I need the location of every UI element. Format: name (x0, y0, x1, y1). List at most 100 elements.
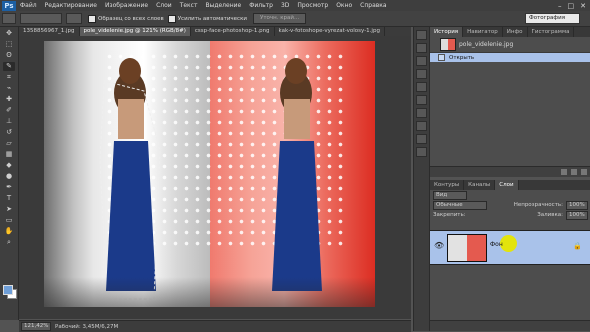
brush-size-picker[interactable] (66, 13, 82, 24)
menu-help[interactable]: Справка (356, 2, 390, 9)
tab-doc-4[interactable]: kak-v-fotoshope-vyrezat-volosy-1.jpg (275, 27, 385, 36)
history-state-label: Открыть (449, 54, 475, 61)
workspace-switcher[interactable]: Фотография (525, 13, 580, 24)
menu-edit[interactable]: Редактирование (41, 2, 101, 9)
tools-panel: ✥ ⬚ ʘ ✎ ⌗ ⌁ ✚ ✐ ⊥ ↺ ▱ ▦ ◆ ● ✒ T ➤ ▭ ✋ ⌕ (0, 27, 19, 320)
dock-swatches-icon[interactable] (416, 108, 427, 118)
zoom-tool-icon[interactable]: ⌕ (3, 238, 15, 247)
dock-paragraph-icon[interactable] (416, 95, 427, 105)
menu-filter[interactable]: Фильтр (245, 2, 277, 9)
menu-bar: Ps Файл Редактирование Изображение Слои … (0, 0, 590, 11)
dock-clone-icon[interactable] (416, 69, 427, 79)
auto-enhance-checkbox[interactable] (167, 14, 176, 23)
layer-name[interactable]: Фон (490, 241, 503, 248)
gradient-tool-icon[interactable]: ▦ (3, 150, 15, 159)
eyedropper-tool-icon[interactable]: ⌁ (3, 84, 15, 93)
figure-left (106, 58, 156, 291)
layers-panel: Контуры Каналы Слои Вид Обычные Непрозра… (429, 180, 590, 331)
history-brush-tool-icon[interactable]: ↺ (3, 128, 15, 137)
foreground-color-swatch[interactable] (3, 285, 13, 295)
history-footer (430, 166, 590, 177)
dock-history-icon[interactable] (416, 30, 427, 40)
tab-channels[interactable]: Каналы (464, 180, 496, 190)
shape-tool-icon[interactable]: ▭ (3, 216, 15, 225)
crop-tool-icon[interactable]: ⌗ (3, 73, 15, 82)
type-tool-icon[interactable]: T (3, 194, 15, 203)
eye-icon[interactable]: 👁 (434, 242, 444, 250)
tab-paths[interactable]: Контуры (430, 180, 465, 190)
menu-text[interactable]: Текст (176, 2, 202, 9)
auto-enhance-label: Усилить автоматически (177, 15, 247, 22)
woman-figures (99, 58, 322, 300)
selection-mode-buttons[interactable] (20, 13, 62, 24)
layer-kind-filter[interactable]: Вид (433, 190, 467, 200)
maximize-button[interactable]: □ (568, 2, 575, 10)
quick-selection-tool-icon[interactable]: ✎ (3, 62, 15, 71)
menu-select[interactable]: Выделение (201, 2, 245, 9)
path-selection-tool-icon[interactable]: ➤ (3, 205, 15, 214)
tab-doc-active[interactable]: pole_videlenie.jpg @ 121% (RGB/8#) (79, 27, 191, 36)
layer-thumbnail (447, 234, 487, 262)
minimize-button[interactable]: – (558, 2, 562, 10)
status-bar: 121,42% Рабочий: 3,45M/6,27M (19, 320, 411, 332)
fill-field[interactable]: 100% (566, 210, 588, 220)
zoom-field[interactable]: 121,42% (21, 322, 51, 331)
new-document-from-state-icon[interactable] (561, 169, 567, 175)
layers-footer (430, 320, 590, 331)
brush-tool-icon[interactable]: ✐ (3, 106, 15, 115)
history-state-open[interactable]: Открыть (430, 53, 590, 62)
history-panel-tabs: История Навигатор Инфо Гистограмма (430, 27, 590, 37)
document-tabs: 1358856967_1.jpg pole_videlenie.jpg @ 12… (19, 27, 411, 36)
dock-actions-icon[interactable] (416, 134, 427, 144)
lasso-tool-icon[interactable]: ʘ (3, 51, 15, 60)
document-image[interactable] (44, 41, 375, 307)
delete-state-icon[interactable] (581, 169, 587, 175)
canvas-area[interactable] (19, 36, 411, 319)
sample-all-layers-checkbox[interactable] (88, 14, 96, 23)
blur-tool-icon[interactable]: ◆ (3, 161, 15, 170)
marquee-tool-icon[interactable]: ⬚ (3, 40, 15, 49)
layer-item-background[interactable]: 👁 Фон 🔒 (430, 230, 590, 265)
dock-styles-icon[interactable] (416, 121, 427, 131)
sample-all-layers-label: Образец со всех слоев (98, 15, 164, 22)
menu-file[interactable]: Файл (16, 2, 41, 9)
tab-layers[interactable]: Слои (495, 180, 519, 190)
menu-window[interactable]: Окно (332, 2, 356, 9)
opacity-field[interactable]: 100% (566, 200, 588, 210)
history-snapshot[interactable]: pole_videlenie.jpg (430, 37, 590, 53)
history-panel: История Навигатор Инфо Гистограмма pole_… (429, 27, 590, 177)
eraser-tool-icon[interactable]: ▱ (3, 139, 15, 148)
tool-preset-picker[interactable] (2, 13, 16, 24)
clone-stamp-tool-icon[interactable]: ⊥ (3, 117, 15, 126)
new-snapshot-icon[interactable] (571, 169, 577, 175)
dock-adjustments-icon[interactable] (416, 147, 427, 157)
tab-history[interactable]: История (430, 27, 464, 37)
dock-character-icon[interactable] (416, 82, 427, 92)
tab-info[interactable]: Инфо (503, 27, 528, 37)
tab-navigator[interactable]: Навигатор (463, 27, 503, 37)
menu-image[interactable]: Изображение (101, 2, 152, 9)
blend-row: Обычные Непрозрачность: 100% (430, 200, 590, 210)
tab-histogram[interactable]: Гистограмма (528, 27, 575, 37)
lock-label: Закрепить: (433, 212, 466, 218)
dodge-tool-icon[interactable]: ● (3, 172, 15, 181)
move-tool-icon[interactable]: ✥ (3, 29, 15, 38)
panel-dock (413, 27, 430, 331)
menu-view[interactable]: Просмотр (293, 2, 332, 9)
menu-3d[interactable]: 3D (277, 2, 293, 9)
layers-panel-tabs: Контуры Каналы Слои (430, 180, 590, 190)
tab-doc-3[interactable]: cssp-face-photoshop-1.png (191, 27, 275, 36)
hand-tool-icon[interactable]: ✋ (3, 227, 15, 236)
opacity-label: Непрозрачность: (513, 202, 563, 208)
close-button[interactable]: ✕ (580, 2, 586, 10)
dock-properties-icon[interactable] (416, 43, 427, 53)
lock-icon: 🔒 (573, 242, 582, 250)
dock-brush-icon[interactable] (416, 56, 427, 66)
healing-brush-tool-icon[interactable]: ✚ (3, 95, 15, 104)
refine-edge-button[interactable]: Уточн. край... (252, 13, 307, 24)
blend-mode-select[interactable]: Обычные (433, 200, 487, 210)
menu-layers[interactable]: Слои (152, 2, 176, 9)
options-bar: Образец со всех слоев Усилить автоматиче… (0, 11, 590, 27)
tab-doc-1[interactable]: 1358856967_1.jpg (19, 27, 80, 36)
pen-tool-icon[interactable]: ✒ (3, 183, 15, 192)
